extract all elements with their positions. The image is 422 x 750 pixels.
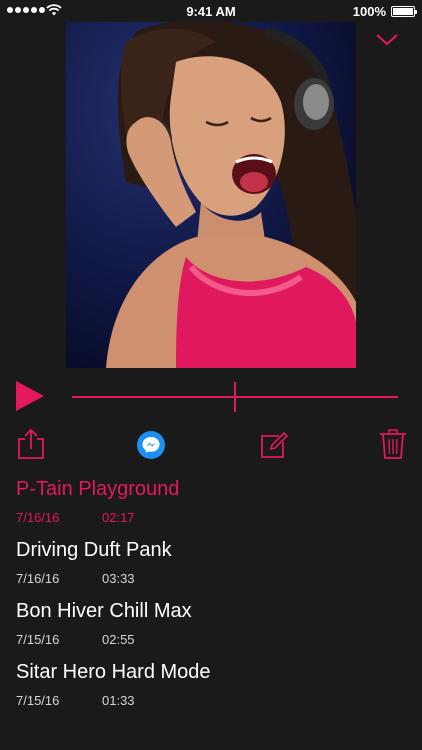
progress-scrubber[interactable]	[72, 380, 398, 412]
recordings-list: P-Tain Playground 7/16/16 02:17 Driving …	[0, 470, 422, 714]
recording-title: Sitar Hero Hard Mode	[16, 661, 211, 683]
list-item[interactable]: Driving Duft Pank 7/16/16 03:33	[0, 531, 422, 592]
battery-icon	[391, 6, 417, 17]
chevron-down-icon[interactable]	[372, 30, 402, 50]
edit-icon[interactable]	[259, 428, 289, 460]
list-item[interactable]: P-Tain Playground 7/16/16 02:17	[0, 470, 422, 531]
list-item[interactable]: Sitar Hero Hard Mode 7/15/16 01:33	[0, 653, 422, 714]
messenger-icon[interactable]	[136, 430, 166, 460]
recording-title: Driving Duft Pank	[16, 539, 172, 561]
battery-percentage: 100%	[352, 4, 386, 19]
recording-duration: 01:33	[102, 693, 135, 708]
recording-date: 7/16/16	[16, 571, 60, 586]
album-artwork	[66, 22, 356, 368]
recording-title: Bon Hiver Chill Max	[16, 600, 192, 622]
status-bar: 9:41 AM 100%	[0, 0, 422, 22]
player-screen: 9:41 AM 100% P-Tain Playground 7/16/16 0…	[0, 0, 422, 750]
share-icon[interactable]	[16, 428, 46, 460]
play-icon[interactable]	[14, 379, 46, 413]
scrubber-thumb[interactable]	[234, 382, 236, 412]
artwork-image	[66, 22, 356, 368]
list-item[interactable]: Bon Hiver Chill Max 7/15/16 02:55	[0, 592, 422, 653]
recording-title: P-Tain Playground	[16, 478, 180, 500]
recording-date: 7/15/16	[16, 693, 60, 708]
recording-date: 7/15/16	[16, 632, 60, 647]
trash-icon[interactable]	[378, 428, 408, 460]
recording-date: 7/16/16	[16, 510, 60, 525]
recording-duration: 03:33	[102, 571, 135, 586]
recording-duration: 02:55	[102, 632, 135, 647]
recording-duration: 02:17	[102, 510, 135, 525]
